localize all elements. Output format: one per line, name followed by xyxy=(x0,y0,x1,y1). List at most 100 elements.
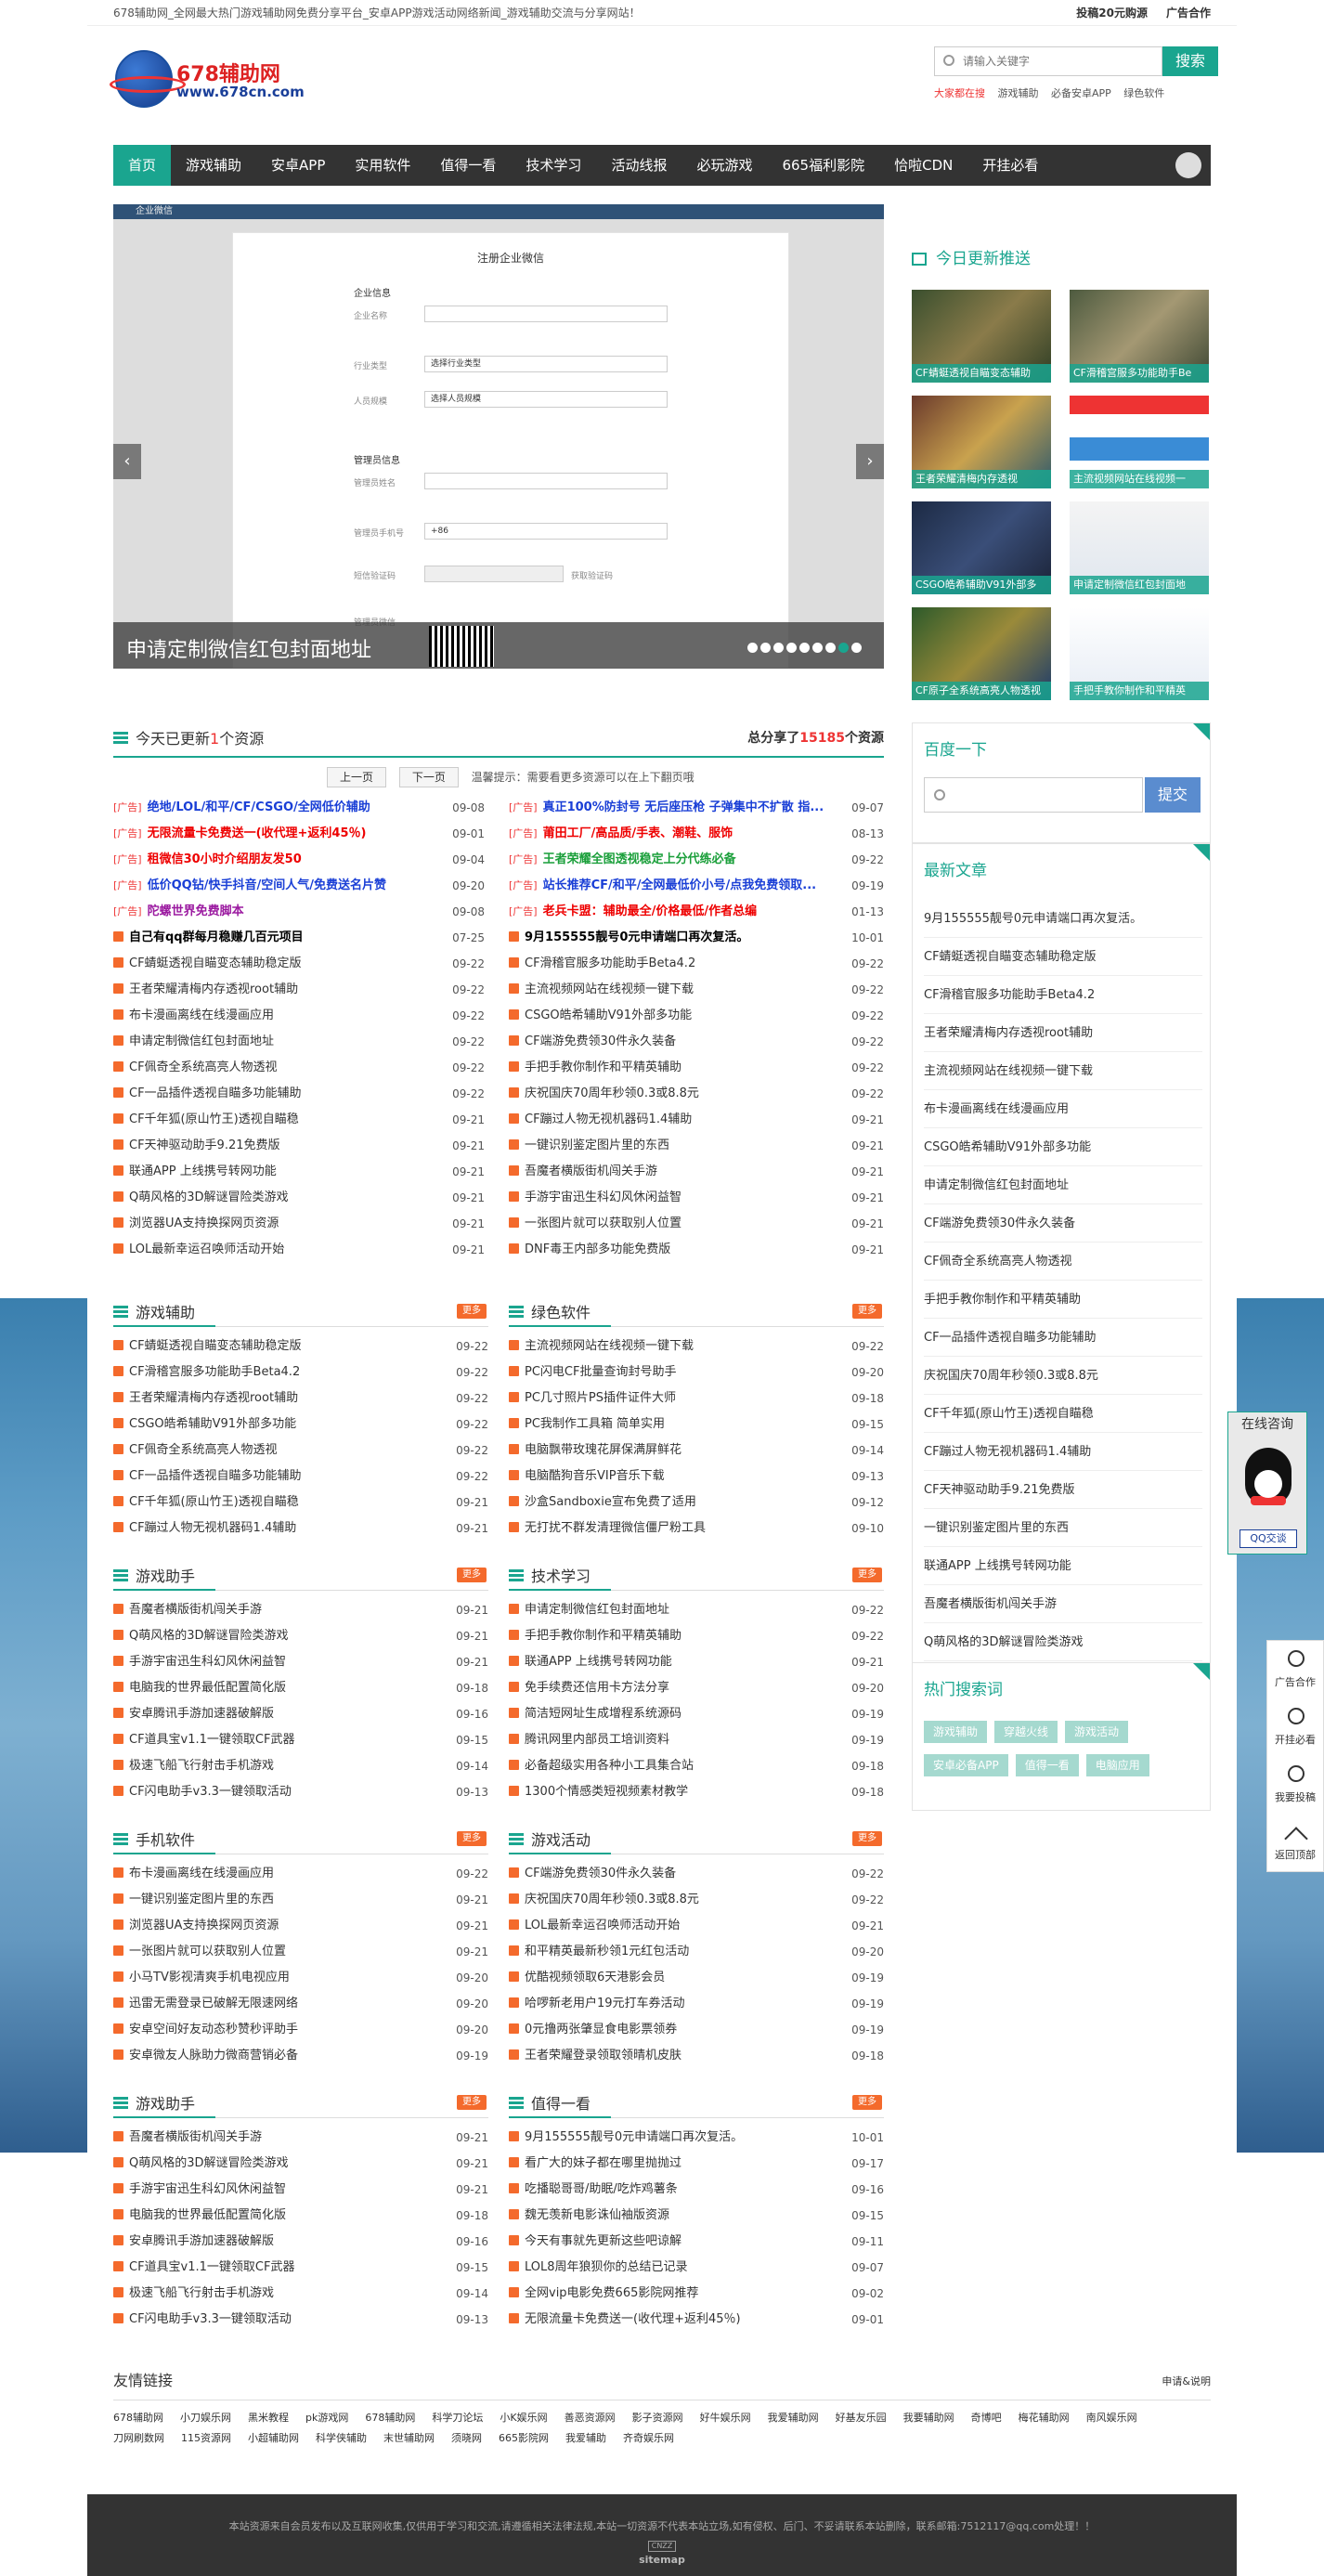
list-item[interactable]: 9月155555靓号0元申请端口再次复活。 10-01 xyxy=(509,2125,884,2151)
latest-article-link[interactable]: CF佩奇全系统高亮人物透视 xyxy=(924,1242,1202,1281)
list-item[interactable]: CF滑稽宫服多功能助手Beta4.2 09-22 xyxy=(113,1360,488,1386)
list-item[interactable]: CF道具宝v1.1一键领取CF武器 09-15 xyxy=(113,2255,488,2281)
more-button[interactable]: 更多 xyxy=(852,1831,882,1846)
list-item[interactable]: CF道具宝v1.1一键领取CF武器 09-15 xyxy=(113,1727,488,1753)
list-item[interactable]: 极速飞船飞行射击手机游戏 09-14 xyxy=(113,1753,488,1779)
latest-article-link[interactable]: 9月155555靓号0元申请端口再次复活。 xyxy=(924,900,1202,938)
nav-must-see[interactable]: 开挂必看 xyxy=(967,145,1053,186)
today-thumb[interactable]: 手把手教你制作和平精英 xyxy=(1070,607,1209,700)
online-consult-widget[interactable]: 在线咨询 QQ交谈 xyxy=(1227,1412,1307,1555)
update-item[interactable]: [广告] 莆田工厂/高品质/手表、潮鞋、服饰 08-13 xyxy=(509,821,884,847)
update-item[interactable]: 联通APP 上线携号转网功能 09-21 xyxy=(113,1159,485,1185)
list-item[interactable]: 迅雷无需登录已破解无限速网络 09-20 xyxy=(113,1991,488,2017)
list-item[interactable]: 手游宇宙迅生科幻风休闲益智 09-21 xyxy=(113,1649,488,1675)
nav-game-assist[interactable]: 游戏辅助 xyxy=(171,145,256,186)
friend-link[interactable]: pk游戏网 xyxy=(305,2408,348,2428)
update-item[interactable]: 申请定制微信红包封面地址 09-22 xyxy=(113,1029,485,1055)
friend-link[interactable]: 末世辅助网 xyxy=(383,2428,435,2449)
today-thumb[interactable]: CF滑稽宫服多功能助手Be xyxy=(1070,290,1209,383)
friend-link[interactable]: 好牛娱乐网 xyxy=(700,2408,751,2428)
update-item[interactable]: 手游宇宙迅生科幻风休闲益智 09-21 xyxy=(509,1185,884,1211)
nav-worth-seeing[interactable]: 值得一看 xyxy=(425,145,511,186)
submit-link[interactable]: 投稿20元购源 xyxy=(1076,7,1148,20)
update-item[interactable]: CF佩奇全系统高亮人物透视 09-22 xyxy=(113,1055,485,1081)
list-item[interactable]: 魏无羡新电影诛仙袖版资源 09-15 xyxy=(509,2203,884,2229)
latest-article-link[interactable]: Q萌风格的3D解谜冒险类游戏 xyxy=(924,1623,1202,1661)
side-ad-button[interactable]: 广告合作 xyxy=(1267,1641,1323,1698)
update-item[interactable]: DNF毒王内部多功能免费版 09-21 xyxy=(509,1237,884,1263)
list-item[interactable]: 布卡漫画离线在线漫画应用 09-22 xyxy=(113,1861,488,1887)
baidu-input[interactable] xyxy=(924,777,1143,813)
sitemap-link[interactable]: sitemap xyxy=(87,2554,1237,2566)
friend-link[interactable]: 小K娱乐网 xyxy=(500,2408,547,2428)
list-item[interactable]: PC几寸照片PS插件证件大师 09-18 xyxy=(509,1386,884,1412)
list-item[interactable]: CF蹦过人物无视机器码1.4辅助 09-21 xyxy=(113,1516,488,1542)
list-item[interactable]: 免手续费还信用卡方法分享 09-20 xyxy=(509,1675,884,1701)
list-item[interactable]: 无打扰不群发清理微信僵尸粉工具 09-10 xyxy=(509,1516,884,1542)
latest-article-link[interactable]: 王者荣耀清梅内存透视root辅助 xyxy=(924,1014,1202,1052)
latest-article-link[interactable]: CSGO皓希辅助V91外部多功能 xyxy=(924,1128,1202,1166)
ad-link[interactable]: 广告合作 xyxy=(1166,7,1211,20)
list-item[interactable]: 安卓微友人脉助力微商营销必备 09-19 xyxy=(113,2043,488,2069)
list-item[interactable]: 一键识别鉴定图片里的东西 09-21 xyxy=(113,1887,488,1913)
list-item[interactable]: 沙盒Sandboxie宣布免费了适用 09-12 xyxy=(509,1490,884,1516)
list-item[interactable]: 和平精英最新秒领1元红包活动 09-20 xyxy=(509,1939,884,1965)
latest-article-link[interactable]: 主流视频网站在线视频一键下载 xyxy=(924,1052,1202,1090)
search-button[interactable]: 搜索 xyxy=(1162,46,1218,76)
friend-link[interactable]: 678辅助网 xyxy=(113,2408,163,2428)
user-avatar[interactable] xyxy=(1175,152,1201,178)
list-item[interactable]: LOL最新幸运召唤师活动开始 09-21 xyxy=(509,1913,884,1939)
nav-android-app[interactable]: 安卓APP xyxy=(256,145,340,186)
latest-article-link[interactable]: CF滑稽官服多功能助手Beta4.2 xyxy=(924,976,1202,1014)
latest-article-link[interactable]: 手把手教你制作和平精英辅助 xyxy=(924,1281,1202,1319)
update-item[interactable]: [广告] 王者荣耀全图透视稳定上分代练必备 09-22 xyxy=(509,847,884,873)
list-item[interactable]: CF闪电助手v3.3一键领取活动 09-13 xyxy=(113,2307,488,2333)
list-item[interactable]: 安卓腾讯手游加速器破解版 09-16 xyxy=(113,1701,488,1727)
friend-link[interactable]: 678辅助网 xyxy=(365,2408,415,2428)
update-item[interactable]: 主流视频网站在线视频一键下载 09-22 xyxy=(509,977,884,1003)
today-thumb[interactable]: 主流视频网站在线视频一 xyxy=(1070,396,1209,488)
list-item[interactable]: PC我制作工具箱 简单实用 09-15 xyxy=(509,1412,884,1438)
list-item[interactable]: 电脑我的世界最低配置简化版 09-18 xyxy=(113,2203,488,2229)
update-item[interactable]: [广告] 无限流量卡免费送一(收代理+返利45％) 09-01 xyxy=(113,821,485,847)
hot-tag[interactable]: 电脑应用 xyxy=(1085,1754,1149,1776)
update-item[interactable]: [广告] 老兵卡盟：辅助最全/价格最低/作者总编 01-13 xyxy=(509,899,884,925)
hot-tag[interactable]: 值得一看 xyxy=(1015,1754,1079,1776)
today-thumb[interactable]: CF原子全系统高亮人物透视 xyxy=(912,607,1051,700)
nav-home[interactable]: 首页 xyxy=(113,145,172,186)
friend-link[interactable]: 奇博吧 xyxy=(971,2408,1002,2428)
nav-events[interactable]: 活动线报 xyxy=(596,145,681,186)
list-item[interactable]: 联通APP 上线携号转网功能 09-21 xyxy=(509,1649,884,1675)
list-item[interactable]: CF佩奇全系统高亮人物透视 09-22 xyxy=(113,1438,488,1464)
today-thumb[interactable]: 王者荣耀清梅内存透视 xyxy=(912,396,1051,488)
friend-link[interactable]: 须晓网 xyxy=(451,2428,482,2449)
update-item[interactable]: CF蹦过人物无视机器码1.4辅助 09-21 xyxy=(509,1107,884,1133)
apply-link[interactable]: 申请&说明 xyxy=(1162,2374,1211,2388)
update-item[interactable]: [广告] 站长推荐CF/和平/全网最低价小号/点我免费领取... 09-19 xyxy=(509,873,884,899)
list-item[interactable]: 吾魔者横版街机闯关手游 09-21 xyxy=(113,1597,488,1623)
hot-tag[interactable]: 游戏活动 xyxy=(1065,1721,1129,1743)
friend-link[interactable]: 刀网刷数网 xyxy=(113,2428,164,2449)
friend-link[interactable]: 小超辅助网 xyxy=(248,2428,299,2449)
list-item[interactable]: 腾讯网里内部员工培训资料 09-19 xyxy=(509,1727,884,1753)
more-button[interactable]: 更多 xyxy=(457,1568,487,1582)
list-item[interactable]: 电脑我的世界最低配置简化版 09-18 xyxy=(113,1675,488,1701)
friend-link[interactable]: 齐奇娱乐网 xyxy=(623,2428,674,2449)
prev-page-button[interactable]: 上一页 xyxy=(327,767,386,787)
update-item[interactable]: [广告] 陀螺世界免费脚本 09-08 xyxy=(113,899,485,925)
nav-software[interactable]: 实用软件 xyxy=(340,145,425,186)
more-button[interactable]: 更多 xyxy=(852,2095,882,2110)
site-logo[interactable]: 678辅助网 www.678cn.com xyxy=(110,45,329,119)
update-item[interactable]: CF端游免费领30件永久装备 09-22 xyxy=(509,1029,884,1055)
list-item[interactable]: 主流视频网站在线视频一键下载 09-22 xyxy=(509,1334,884,1360)
list-item[interactable]: PC闪电CF批量查询封号助手 09-20 xyxy=(509,1360,884,1386)
hot-tag[interactable]: 游戏辅助 xyxy=(924,1721,988,1743)
update-item[interactable]: [广告] 绝地/LOL/和平/CF/CSGO/全网低价辅助 09-08 xyxy=(113,795,485,821)
qq-chat-button[interactable]: QQ交谈 xyxy=(1240,1529,1297,1548)
slider-prev-arrow[interactable]: ‹ xyxy=(113,444,141,479)
friend-link[interactable]: 我爱辅助网 xyxy=(768,2408,819,2428)
friend-link[interactable]: 南风娱乐网 xyxy=(1086,2408,1137,2428)
list-item[interactable]: 小马TV影视清爽手机电视应用 09-20 xyxy=(113,1965,488,1991)
update-item[interactable]: CF滑稽官服多功能助手Beta4.2 09-22 xyxy=(509,951,884,977)
list-item[interactable]: CF端游免费领30件永久装备 09-22 xyxy=(509,1861,884,1887)
